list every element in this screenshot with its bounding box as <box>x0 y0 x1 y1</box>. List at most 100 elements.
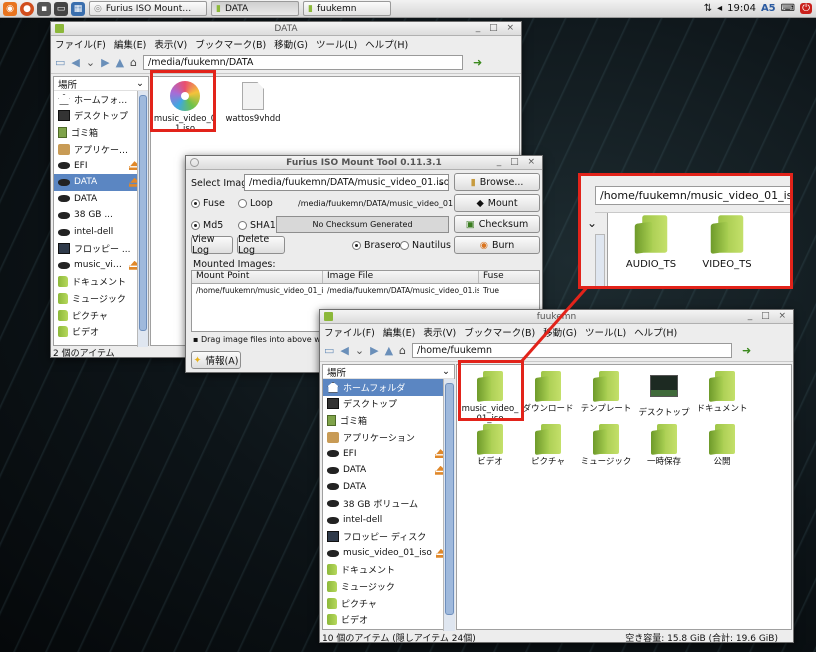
sidebar-item[interactable]: ホームフォルダ <box>323 379 454 396</box>
view-log-button[interactable]: View Log <box>191 234 233 256</box>
keyboard-icon[interactable]: ⌨ <box>781 3 795 14</box>
window-controls[interactable]: _ □ × <box>476 23 517 33</box>
sidebar-item[interactable]: ゴミ箱 <box>323 412 454 429</box>
sidebar-scrollbar[interactable] <box>137 91 148 347</box>
window-controls[interactable]: _ □ × <box>497 157 538 167</box>
task-fuukemn[interactable]: ▮ fuukemn <box>303 1 391 16</box>
sidebar-item[interactable]: ミュージック <box>54 290 148 307</box>
file-item-vhdd[interactable]: wattos9vhdd <box>221 81 285 124</box>
sidebar-item[interactable]: ゴミ箱 <box>54 124 148 141</box>
input-method-indicator[interactable]: A5 <box>761 3 776 14</box>
history-dropdown-icon[interactable]: ⌄ <box>355 344 364 357</box>
forward-icon[interactable]: ▶ <box>101 56 109 69</box>
sidebar-header[interactable]: 場所 ⌄ <box>323 365 454 379</box>
sidebar-item[interactable]: intel-dell <box>54 224 148 241</box>
column-header[interactable]: Mount Point <box>192 271 323 283</box>
menu-edit[interactable]: 編集(E) <box>383 325 415 339</box>
menu-view[interactable]: 表示(V) <box>154 37 187 51</box>
sidebar-item[interactable]: DATA <box>323 462 454 479</box>
sidebar-item[interactable]: ホームフォ… <box>54 91 148 108</box>
furius-titlebar[interactable]: Furius ISO Mount Tool 0.11.3.1 _ □ × <box>186 156 542 170</box>
task-furius[interactable]: ◎ Furius ISO Mount… <box>89 1 207 16</box>
sidebar-item[interactable]: デスクトップ <box>54 108 148 125</box>
sidebar-item[interactable]: ピクチャ <box>323 595 454 612</box>
up-icon[interactable]: ▲ <box>385 344 393 357</box>
checksum-button[interactable]: ▣ Checksum <box>454 215 540 233</box>
scrollbar-thumb[interactable] <box>445 383 454 615</box>
menu-edit[interactable]: 編集(E) <box>114 37 146 51</box>
home-icon[interactable]: ⌂ <box>399 344 406 357</box>
folder-item[interactable]: ドキュメント <box>693 371 751 414</box>
power-icon[interactable]: ⏻ <box>800 3 812 14</box>
sidebar-item[interactable]: ドキュメント <box>54 274 148 291</box>
home-window-titlebar[interactable]: fuukemn _ □ × <box>320 310 793 324</box>
folder-item[interactable]: ダウンロード <box>519 371 577 414</box>
loop-radio[interactable]: Loop <box>238 198 273 209</box>
sidebar-item[interactable]: フロッピー ... <box>54 240 148 257</box>
menu-help[interactable]: ヘルプ(H) <box>365 37 408 51</box>
browse-button[interactable]: ▮ Browse... <box>454 173 540 191</box>
go-icon[interactable]: ➜ <box>742 344 751 357</box>
location-bar[interactable]: /home/fuukemn <box>412 343 733 358</box>
sidebar-item[interactable]: intel-dell <box>323 512 454 529</box>
sidebar-scrollbar[interactable] <box>443 379 455 631</box>
home-icon[interactable]: ⌂ <box>130 56 137 69</box>
folder-item[interactable]: テンプレート <box>577 371 635 414</box>
clock[interactable]: 19:04 <box>727 3 756 14</box>
image-path-select[interactable]: /media/fuukemn/DATA/music_video_01.iso ⌄ <box>244 174 449 191</box>
back-icon[interactable]: ◀ <box>340 344 348 357</box>
network-icon[interactable]: ⇅ <box>704 3 712 14</box>
up-icon[interactable]: ▲ <box>116 56 124 69</box>
sidebar-item[interactable]: EFI <box>323 445 454 462</box>
folder-item[interactable]: デスクトップ <box>635 371 693 418</box>
sidebar-item[interactable]: music_video_01_iso <box>323 545 454 562</box>
sidebar-item[interactable]: music_vi… <box>54 257 148 274</box>
new-tab-icon[interactable]: ▭ <box>324 344 334 357</box>
md5-radio[interactable]: Md5 <box>191 220 223 231</box>
menu-file[interactable]: ファイル(F) <box>55 37 106 51</box>
sidebar-item[interactable]: 38 GB ボリューム <box>323 495 454 512</box>
go-icon[interactable]: ➜ <box>473 56 482 69</box>
sidebar-item[interactable]: DATA <box>323 479 454 496</box>
menu-help[interactable]: ヘルプ(H) <box>634 325 677 339</box>
sidebar-item[interactable]: ビデオ <box>54 323 148 340</box>
sidebar-item[interactable]: EFI <box>54 157 148 174</box>
table-row[interactable]: /home/fuukemn/music_video_01_iso /media/… <box>192 284 539 296</box>
menu-tools[interactable]: ツール(L) <box>585 325 626 339</box>
sidebar-item[interactable]: アプリケーション <box>323 429 454 446</box>
menu-bookmarks[interactable]: ブックマーク(B) <box>464 325 535 339</box>
new-tab-icon[interactable]: ▭ <box>55 56 65 69</box>
column-header[interactable]: Fuse <box>479 271 539 283</box>
location-bar[interactable]: /media/fuukemn/DATA <box>143 55 464 70</box>
column-header[interactable]: Image File <box>323 271 479 283</box>
about-button[interactable]: ✦ 情報(A) <box>191 351 241 369</box>
sidebar-item[interactable]: ピクチャ <box>54 307 148 324</box>
folder-item[interactable]: ビデオ <box>461 424 519 467</box>
sidebar-item[interactable]: 38 GB ... <box>54 207 148 224</box>
sidebar-item[interactable]: ミュージック <box>323 578 454 595</box>
volume-icon[interactable]: ◂ <box>717 3 722 14</box>
brasero-radio[interactable]: Brasero <box>352 240 401 251</box>
menu-file[interactable]: ファイル(F) <box>324 325 375 339</box>
folder-item[interactable]: 一時保存 <box>635 424 693 467</box>
show-desktop-icon[interactable]: ▦ <box>71 1 85 16</box>
menu-go[interactable]: 移動(G) <box>543 325 577 339</box>
mount-button[interactable]: ◆ Mount <box>454 194 540 212</box>
sha1-radio[interactable]: SHA1 <box>238 220 276 231</box>
fuse-radio[interactable]: Fuse <box>191 198 225 209</box>
window-controls[interactable]: _ □ × <box>748 311 789 321</box>
sidebar-item[interactable]: フロッピー ディスク <box>323 528 454 545</box>
burn-button[interactable]: ◉ Burn <box>454 236 540 254</box>
menu-go[interactable]: 移動(G) <box>274 37 308 51</box>
sidebar-header[interactable]: 場所 ⌄ <box>54 77 148 91</box>
firefox-icon[interactable]: ● <box>20 1 34 16</box>
nautilus-radio[interactable]: Nautilus <box>400 240 451 251</box>
applications-menu-icon[interactable]: ◉ <box>3 1 17 16</box>
menu-view[interactable]: 表示(V) <box>423 325 456 339</box>
history-dropdown-icon[interactable]: ⌄ <box>86 56 95 69</box>
monitor-icon[interactable]: ▭ <box>54 1 68 16</box>
delete-log-button[interactable]: Delete Log <box>237 234 285 256</box>
sidebar-item[interactable]: デスクトップ <box>323 396 454 413</box>
scrollbar-thumb[interactable] <box>139 95 147 331</box>
sidebar-item[interactable]: アプリケー… <box>54 141 148 158</box>
